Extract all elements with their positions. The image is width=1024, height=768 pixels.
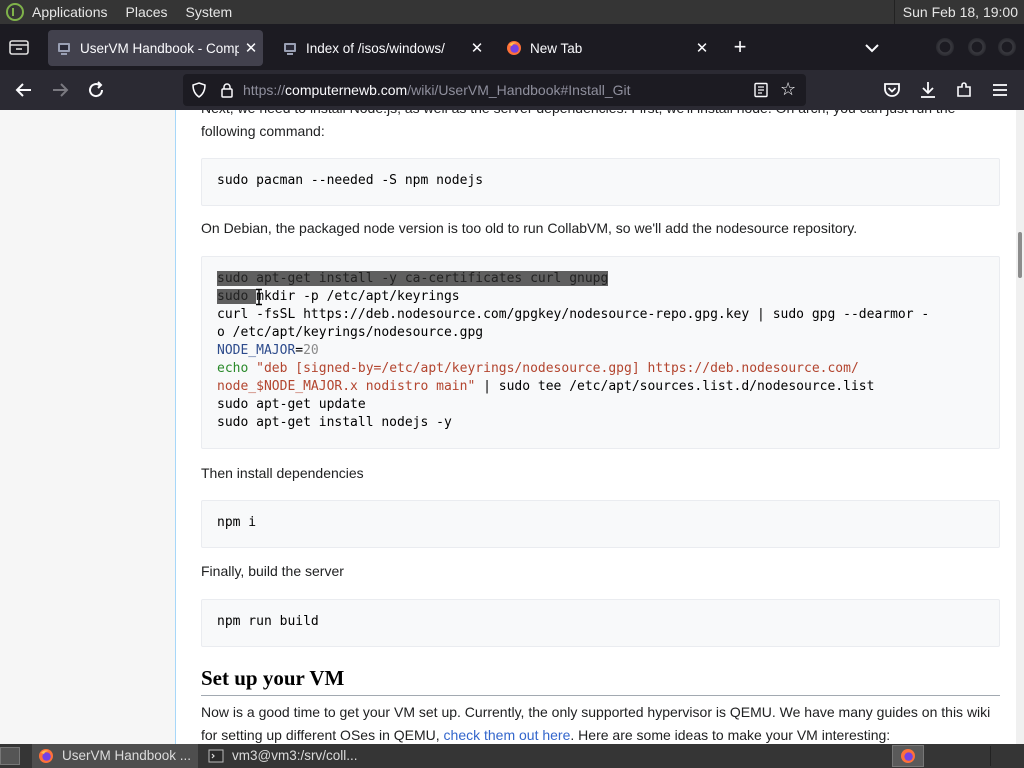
firefox-icon (901, 749, 915, 763)
taskbar-item-firefox[interactable]: UserVM Handbook ... (32, 744, 198, 768)
menu-places[interactable]: Places (126, 4, 168, 20)
close-tab-icon[interactable]: ✕ (465, 39, 489, 57)
show-desktop-button[interactable] (0, 747, 20, 765)
code-line: sudo pacman --needed -S npm nodejs (217, 173, 484, 188)
code-string: "deb [signed-by=/etc/apt/keyrings/nodeso… (248, 361, 859, 376)
taskbar-item-label: UserVM Handbook ... (62, 748, 192, 763)
tab-strip: UserVM Handbook - Compu ✕ Index of /isos… (0, 24, 1024, 70)
code-builtin: echo (217, 361, 249, 376)
chevron-down-icon[interactable] (862, 38, 882, 58)
terminal-icon (208, 749, 224, 763)
intro-paragraph: Next, we need to install Node.js, as wel… (201, 110, 955, 139)
forward-arrow-icon[interactable] (50, 80, 70, 100)
downloads-icon[interactable] (918, 80, 938, 100)
lock-icon[interactable] (219, 82, 235, 98)
wiki-sidebar (0, 110, 176, 744)
uservm-favicon (58, 43, 70, 55)
code-operator: = (295, 343, 304, 358)
tab-uservm-handbook[interactable]: UserVM Handbook - Compu ✕ (48, 30, 263, 66)
menu-system[interactable]: System (186, 4, 233, 20)
navigation-toolbar: https://computernewb.com/wiki/UserVM_Han… (0, 70, 1024, 110)
firefox-icon (507, 41, 521, 55)
code-text: mkdir -p /etc/apt/keyrings (256, 289, 460, 304)
code-line: npm run build (217, 614, 319, 629)
taskbar-item-label: vm3@vm3:/srv/coll... (232, 748, 358, 763)
check-them-out-link[interactable]: check them out here (444, 727, 571, 743)
code-block-debian[interactable]: sudo apt-get install -y ca-certificates … (201, 256, 1000, 449)
deps-paragraph: Then install dependencies (201, 465, 364, 481)
close-tab-icon[interactable]: ✕ (690, 39, 714, 57)
code-line: curl -fsSL https://deb.nodesource.com/gp… (217, 307, 930, 322)
panel-clock[interactable]: Sun Feb 18, 19:00 (893, 0, 1024, 24)
selected-code-text: sudo (217, 289, 257, 304)
code-variable: NODE_MAJOR (217, 343, 296, 358)
vm-paragraph-text: . Here are some ideas to make your VM in… (570, 727, 891, 743)
tab-new-tab[interactable]: New Tab ✕ (498, 30, 714, 66)
code-block-build[interactable]: npm run build (201, 599, 1000, 647)
taskbar-item-terminal[interactable]: vm3@vm3:/srv/coll... (202, 744, 374, 768)
maximize-window-button[interactable] (968, 38, 986, 56)
trash-applet[interactable] (990, 746, 1024, 766)
page-scrollbar[interactable] (1016, 110, 1024, 744)
code-line: sudo apt-get install nodejs -y (217, 415, 452, 430)
distro-logo-icon[interactable] (6, 3, 24, 21)
top-panel: Applications Places System Sun Feb 18, 1… (0, 0, 1024, 24)
bookmark-star-icon[interactable]: ☆ (780, 80, 798, 98)
new-tab-button[interactable]: + (728, 36, 752, 60)
menu-applications[interactable]: Applications (32, 4, 108, 20)
code-line: o /etc/apt/keyrings/nodesource.gpg (217, 325, 484, 340)
tab-label: New Tab (530, 40, 583, 56)
pocket-icon[interactable] (882, 80, 902, 100)
bottom-taskbar: UserVM Handbook ... vm3@vm3:/srv/coll... (0, 744, 1024, 768)
hamburger-menu-icon[interactable] (990, 80, 1010, 100)
page-viewport[interactable]: Next, we need to install Node.js, as wel… (0, 110, 1024, 744)
text-cursor-icon (256, 288, 262, 306)
firefox-icon (39, 749, 53, 763)
debian-paragraph: On Debian, the packaged node version is … (201, 220, 858, 236)
code-line: sudo apt-get update (217, 397, 366, 412)
code-line: npm i (217, 515, 257, 530)
tab-label: UserVM Handbook - Compu (80, 40, 239, 56)
tab-index-isos[interactable]: Index of /isos/windows/ ✕ (274, 30, 489, 66)
reload-icon[interactable] (86, 80, 106, 100)
extensions-puzzle-icon[interactable] (954, 80, 974, 100)
url-text[interactable]: https://computernewb.com/wiki/UserVM_Han… (243, 74, 631, 106)
url-path: /wiki/UserVM_Handbook#Install_Git (407, 82, 631, 98)
code-string: node_$NODE_MAJOR.x nodistro main" (217, 379, 476, 394)
scrollbar-thumb[interactable] (1018, 232, 1022, 278)
close-tab-icon[interactable]: ✕ (239, 39, 263, 57)
back-arrow-icon[interactable] (14, 80, 34, 100)
section-heading-setup-vm: Set up your VM (201, 666, 1000, 696)
reader-view-icon[interactable] (753, 82, 769, 98)
url-domain: computernewb.com (285, 82, 408, 98)
tracking-protection-shield-icon[interactable] (191, 82, 207, 98)
uservm-favicon (284, 43, 296, 55)
code-text: | sudo tee /etc/apt/sources.list.d/nodes… (475, 379, 875, 394)
url-scheme: https:// (243, 82, 286, 98)
minimize-window-button[interactable] (936, 38, 954, 56)
code-block-arch[interactable]: sudo pacman --needed -S npm nodejs (201, 158, 1000, 206)
selected-code-text: sudo apt-get install -y ca-certificates … (217, 271, 609, 286)
build-paragraph: Finally, build the server (201, 563, 344, 579)
code-block-deps[interactable]: npm i (201, 500, 1000, 548)
url-bar[interactable]: https://computernewb.com/wiki/UserVM_Han… (183, 74, 806, 106)
vm-paragraph: Now is a good time to get your VM set up… (201, 701, 1001, 744)
firefox-view-icon[interactable] (8, 38, 30, 56)
close-window-button[interactable] (998, 38, 1016, 56)
tab-label: Index of /isos/windows/ (306, 40, 445, 56)
workspace-switcher[interactable] (892, 745, 924, 767)
code-number: 20 (303, 343, 319, 358)
